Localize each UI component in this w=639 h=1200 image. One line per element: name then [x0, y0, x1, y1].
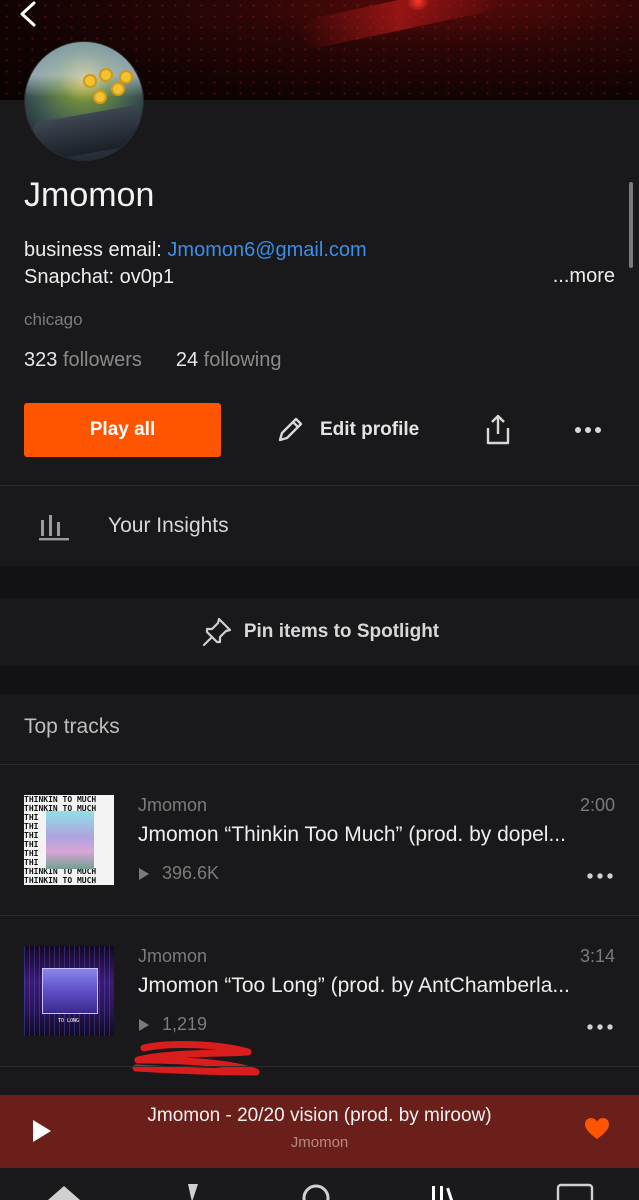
track-item[interactable]: TO LONG Jmomon 3:14 Jmomon “Too Long” (p…: [0, 916, 639, 1066]
track-duration: 3:14: [579, 946, 615, 966]
back-icon: [20, 1, 36, 27]
now-playing-artist: Jmomon: [290, 1134, 349, 1151]
edit-profile-button[interactable]: Edit profile: [274, 413, 419, 447]
scrollbar[interactable]: [629, 182, 633, 268]
following-count: 24: [175, 349, 199, 371]
avatar[interactable]: [24, 41, 144, 161]
play-count-value: 396.6K: [162, 863, 220, 883]
bio-email-link[interactable]: Jmomon6@gmail.com: [167, 239, 366, 261]
more-icon[interactable]: [585, 869, 615, 883]
profile-name: Jmomon: [24, 176, 155, 214]
insights-row[interactable]: Your Insights: [0, 486, 639, 566]
track-title: Jmomon “Too Long” (prod. by AntChamberla…: [138, 974, 570, 997]
track-artwork: TO LONG: [24, 946, 114, 1036]
share-icon: [486, 414, 510, 445]
now-playing-title: Jmomon - 20/20 vision (prod. by miroow): [147, 1105, 492, 1126]
track-title: Jmomon “Thinkin Too Much” (prod. by dope…: [138, 823, 566, 846]
followers-link[interactable]: 323 followers: [24, 349, 142, 371]
track-play-count: 1,219: [138, 1014, 207, 1035]
library-icon[interactable]: [428, 1182, 460, 1200]
go-icon[interactable]: [556, 1182, 594, 1200]
share-button[interactable]: [482, 413, 514, 447]
more-icon[interactable]: [585, 1020, 615, 1034]
bio-more-link[interactable]: ...more: [553, 265, 615, 288]
artwork-text: TO LONG: [58, 1018, 80, 1024]
play-icon: [139, 1018, 149, 1031]
search-icon[interactable]: [300, 1182, 332, 1200]
play-icon: [139, 867, 149, 880]
follow-stats: 323 followers 24 following: [24, 349, 282, 372]
bio-email-prefix: business email:: [24, 239, 168, 261]
heart-icon[interactable]: [584, 1117, 610, 1141]
top-tracks-heading: Top tracks: [24, 715, 120, 738]
spotlight-label: Pin items to Spotlight: [243, 621, 440, 642]
play-count-value: 1,219: [162, 1014, 208, 1034]
pencil-icon: [278, 417, 303, 442]
pin-icon: [202, 617, 231, 647]
play-all-button[interactable]: Play all: [24, 403, 221, 457]
followers-count: 323: [24, 349, 58, 371]
track-item[interactable]: THINKIN TO MUCH THINKIN TO MUCH THI THI …: [0, 765, 639, 915]
edit-profile-label: Edit profile: [320, 419, 420, 440]
bio-line-snapchat: Snapchat: ov0p1: [24, 266, 175, 288]
bottom-tab-bar: [0, 1168, 639, 1200]
insights-label: Your Insights: [108, 514, 229, 537]
section-separator: [0, 566, 639, 598]
track-duration: 2:00: [579, 795, 615, 815]
artwork-text-line: THINKIN TO MUCH: [24, 876, 97, 885]
lightning-icon[interactable]: [182, 1182, 202, 1200]
red-scribble-annotation: [132, 1041, 260, 1076]
divider: [0, 1066, 639, 1067]
section-separator: [0, 666, 639, 694]
bio-line-email: business email: Jmomon6@gmail.com: [24, 239, 367, 262]
track-artist: Jmomon: [138, 795, 208, 815]
more-icon: [575, 427, 601, 433]
following-link[interactable]: 24 following: [176, 349, 282, 371]
followers-label: followers: [62, 349, 142, 371]
now-playing-bar[interactable]: Jmomon - 20/20 vision (prod. by miroow) …: [0, 1095, 639, 1168]
bar-chart-icon: [39, 515, 69, 541]
track-play-count: 396.6K: [138, 863, 219, 884]
home-icon[interactable]: [46, 1182, 82, 1200]
more-options-button[interactable]: [568, 420, 608, 440]
following-label: following: [203, 349, 282, 371]
track-artwork: THINKIN TO MUCH THINKIN TO MUCH THI THI …: [24, 795, 114, 885]
profile-location: chicago: [24, 310, 83, 329]
pin-spotlight-button[interactable]: Pin items to Spotlight: [0, 598, 639, 666]
track-artist: Jmomon: [138, 946, 208, 966]
back-button[interactable]: [14, 0, 44, 30]
